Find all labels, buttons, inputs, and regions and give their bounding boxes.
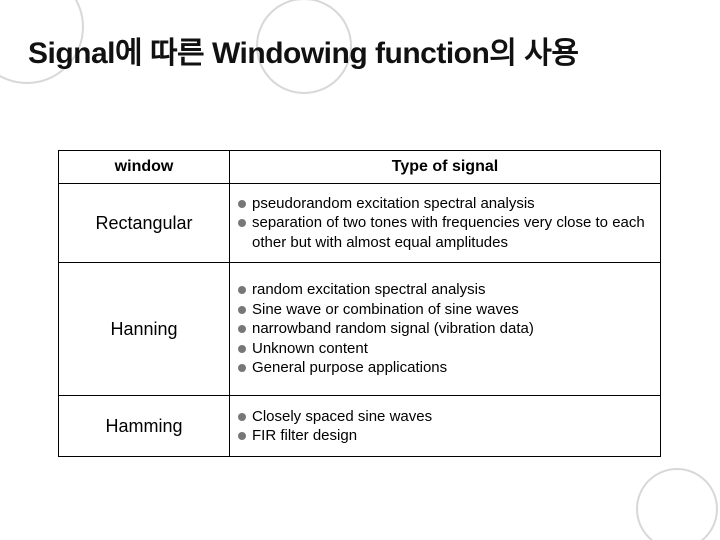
list-item: Closely spaced sine waves <box>252 407 432 427</box>
list-item: Sine wave or combination of sine waves <box>252 300 519 320</box>
row-body-rectangular: pseudorandom excitation spectral analysi… <box>230 184 661 263</box>
table-row: Hanning random excitation spectral analy… <box>59 263 661 396</box>
header-window: window <box>59 151 230 184</box>
row-label-hamming: Hamming <box>59 396 230 457</box>
list-item: General purpose applications <box>252 358 447 378</box>
bullet-icon <box>238 325 246 333</box>
bullet-icon <box>238 345 246 353</box>
table-row: Hamming Closely spaced sine waves FIR fi… <box>59 396 661 457</box>
list-item: pseudorandom excitation spectral analysi… <box>252 194 535 214</box>
list-item: Unknown content <box>252 339 368 359</box>
row-body-hanning: random excitation spectral analysis Sine… <box>230 263 661 396</box>
row-body-hamming: Closely spaced sine waves FIR filter des… <box>230 396 661 457</box>
list-item: narrowband random signal (vibration data… <box>252 319 534 339</box>
bullet-icon <box>238 306 246 314</box>
row-label-hanning: Hanning <box>59 263 230 396</box>
windowing-table: window Type of signal Rectangular pseudo… <box>58 150 661 457</box>
table-row: Rectangular pseudorandom excitation spec… <box>59 184 661 263</box>
list-item: FIR filter design <box>252 426 357 446</box>
bullet-icon <box>238 413 246 421</box>
bullet-icon <box>238 200 246 208</box>
bullet-icon <box>238 219 246 227</box>
table-header-row: window Type of signal <box>59 151 661 184</box>
slide-title: Signal에 따른 Windowing function의 사용 <box>28 28 578 72</box>
bullet-icon <box>238 364 246 372</box>
list-item: separation of two tones with frequencies… <box>252 213 652 252</box>
bullet-icon <box>238 286 246 294</box>
decorative-circle-bottom-right <box>636 468 718 540</box>
list-item: random excitation spectral analysis <box>252 280 485 300</box>
row-label-rectangular: Rectangular <box>59 184 230 263</box>
header-type: Type of signal <box>230 151 661 184</box>
bullet-icon <box>238 432 246 440</box>
